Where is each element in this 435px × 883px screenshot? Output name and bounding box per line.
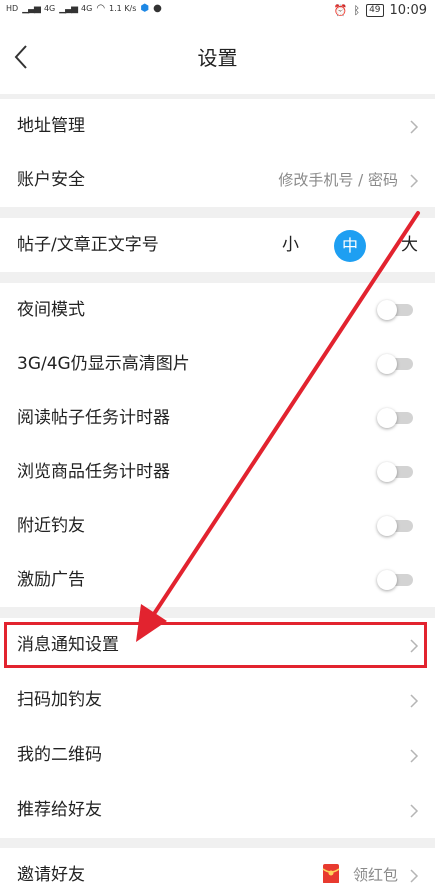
hd-images-row: 3G/4G仍显示高清图片 bbox=[0, 337, 435, 391]
font-size-small-option[interactable]: 小 bbox=[282, 218, 299, 272]
chevron-right-icon bbox=[410, 869, 419, 883]
shield-icon: ⬢ bbox=[140, 3, 150, 14]
scan-add-angler-row[interactable]: 扫码加钓友 bbox=[0, 673, 435, 727]
row-label: 激励广告 bbox=[17, 570, 85, 590]
wifi-icon: ◠ bbox=[96, 3, 106, 14]
row-label: 邀请好友 bbox=[17, 865, 85, 883]
browse-timer-row: 浏览商品任务计时器 bbox=[0, 445, 435, 499]
chevron-right-icon bbox=[410, 804, 419, 818]
row-label: 扫码加钓友 bbox=[17, 690, 102, 710]
status-indicators: HD ▁▃▅ 4G ▁▃▅ 4G ◠ 1.1 K/s ⬢ ● bbox=[6, 3, 162, 14]
font-size-section: 帖子/文章正文字号 小 中 大 bbox=[0, 218, 435, 272]
nearby-anglers-toggle[interactable] bbox=[377, 516, 413, 536]
status-bar: HD ▁▃▅ 4G ▁▃▅ 4G ◠ 1.1 K/s ⬢ ● ⏰ ᛒ 49 10… bbox=[0, 0, 435, 22]
bluetooth-icon: ᛒ bbox=[353, 4, 361, 17]
nearby-anglers-row: 附近钓友 bbox=[0, 499, 435, 553]
row-label: 地址管理 bbox=[17, 116, 85, 136]
reward-ads-toggle[interactable] bbox=[377, 570, 413, 590]
font-size-row: 帖子/文章正文字号 小 中 大 bbox=[0, 218, 435, 272]
account-security-row[interactable]: 账户安全 修改手机号 / 密码 bbox=[0, 153, 435, 207]
recommend-to-friends-row[interactable]: 推荐给好友 bbox=[0, 783, 435, 837]
read-timer-row: 阅读帖子任务计时器 bbox=[0, 391, 435, 445]
chevron-right-icon bbox=[410, 694, 419, 708]
network-speed: 1.1 K/s bbox=[109, 4, 137, 13]
row-label: 附近钓友 bbox=[17, 516, 85, 536]
row-label: 3G/4G仍显示高清图片 bbox=[17, 354, 190, 374]
invite-friends-row[interactable]: 邀请好友 领红包 bbox=[0, 848, 435, 883]
chevron-right-icon bbox=[410, 174, 419, 188]
invite-reward-value: 领红包 bbox=[352, 866, 398, 883]
signal-icon: ▁▃▅ bbox=[22, 3, 41, 14]
font-size-medium-option[interactable]: 中 bbox=[334, 230, 366, 262]
hd-indicator: HD bbox=[6, 4, 19, 13]
chevron-right-icon bbox=[410, 120, 419, 134]
row-label: 我的二维码 bbox=[17, 745, 102, 765]
red-envelope-icon bbox=[322, 864, 340, 883]
night-mode-row: 夜间模式 bbox=[0, 283, 435, 337]
network-4g-indicator: 4G bbox=[43, 4, 56, 13]
font-size-large-option[interactable]: 大 bbox=[401, 218, 418, 272]
chevron-right-icon bbox=[410, 749, 419, 763]
battery-indicator: 49 bbox=[366, 4, 384, 17]
row-label: 夜间模式 bbox=[17, 300, 85, 320]
read-timer-toggle[interactable] bbox=[377, 408, 413, 428]
row-label: 浏览商品任务计时器 bbox=[17, 462, 170, 482]
status-right: ⏰ ᛒ 49 10:09 bbox=[334, 3, 427, 18]
clock: 10:09 bbox=[389, 3, 427, 18]
invite-section: 邀请好友 领红包 bbox=[0, 848, 435, 883]
account-section: 地址管理 账户安全 修改手机号 / 密码 bbox=[0, 99, 435, 207]
alarm-icon: ⏰ bbox=[333, 4, 348, 17]
highlight-box-annotation bbox=[4, 622, 427, 668]
row-label: 推荐给好友 bbox=[17, 800, 102, 820]
row-label: 阅读帖子任务计时器 bbox=[17, 408, 170, 428]
my-qr-code-row[interactable]: 我的二维码 bbox=[0, 728, 435, 782]
night-mode-toggle[interactable] bbox=[377, 300, 413, 320]
network-4g-indicator-2: 4G bbox=[81, 4, 93, 13]
hd-images-toggle[interactable] bbox=[377, 354, 413, 374]
toggle-section: 夜间模式 3G/4G仍显示高清图片 阅读帖子任务计时器 浏览商品任务计时器 附近… bbox=[0, 283, 435, 607]
page-title: 设置 bbox=[197, 46, 238, 70]
account-security-value: 修改手机号 / 密码 bbox=[278, 171, 398, 189]
back-arrow-icon[interactable] bbox=[10, 42, 34, 72]
signal-icon: ▁▃▅ bbox=[59, 3, 78, 14]
chat-icon: ● bbox=[153, 3, 162, 14]
address-management-row[interactable]: 地址管理 bbox=[0, 99, 435, 153]
browse-timer-toggle[interactable] bbox=[377, 462, 413, 482]
reward-ads-row: 激励广告 bbox=[0, 553, 435, 607]
navigation-bar: 设置 bbox=[0, 22, 435, 94]
row-label: 帖子/文章正文字号 bbox=[17, 235, 159, 255]
row-label: 账户安全 bbox=[17, 170, 85, 190]
